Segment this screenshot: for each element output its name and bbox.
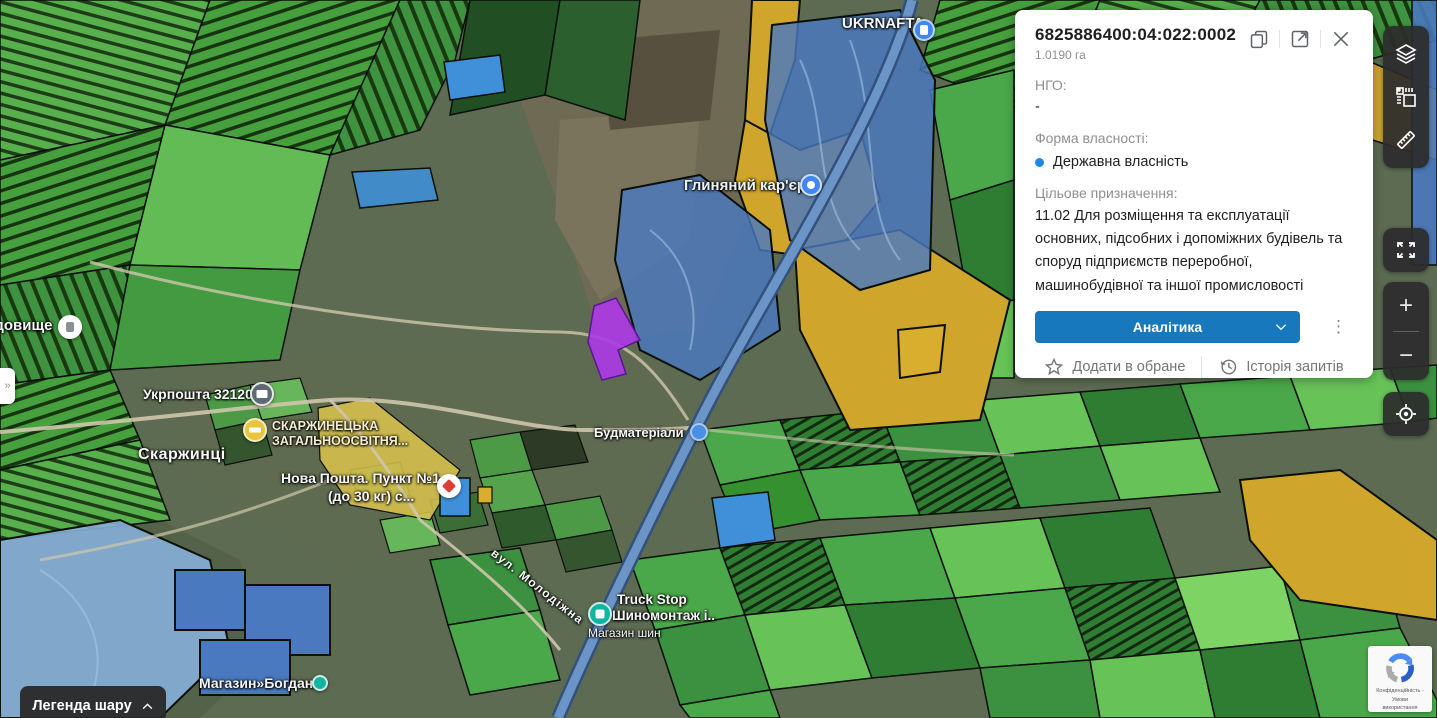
ownership-dot [1035,158,1044,167]
recaptcha-text-line2: використання [1368,704,1432,712]
analytics-button[interactable]: Аналітика [1035,311,1300,343]
close-icon [1331,29,1351,49]
layer-legend-button[interactable]: Легенда шару [20,686,166,718]
graduation-cap-icon [249,428,261,433]
zoom-in-button[interactable]: + [1383,282,1429,331]
star-icon [1044,357,1064,377]
layers-button[interactable] [1386,34,1426,74]
open-in-new-icon [1290,29,1310,49]
cadastral-plan-icon [1394,85,1418,109]
divider [1279,30,1280,48]
map-label-cemetery: адовище [0,317,52,334]
fullscreen-icon [1394,238,1418,262]
chevron-down-icon [1274,320,1288,334]
locate-button[interactable] [1383,392,1429,436]
nova-poshta-marker[interactable] [437,474,461,498]
fullscreen-button[interactable] [1383,228,1429,272]
recaptcha-icon [1382,651,1418,685]
map-label-novaposhta-line1: Нова Пошта. Пункт №1 [281,470,440,486]
measure-button[interactable] [1386,120,1426,160]
zoom-control: + − [1383,282,1429,380]
favorite-label: Додати в обране [1072,359,1185,375]
truck-stop-marker[interactable] [588,602,612,626]
map-label-truckstop-line2: Шиномонтаж і.. [612,608,715,623]
parcel-area: 1.0190 га [1035,48,1236,62]
history-button[interactable]: Історія запитів [1218,357,1343,377]
ruler-icon [1394,128,1418,152]
chevron-up-icon [141,700,154,713]
cemetery-marker[interactable] [58,315,82,339]
map-label-budmaterialy: Будматеріали [594,425,684,440]
purpose-label: Цільове призначення: [1035,185,1353,201]
locate-icon [1394,402,1418,426]
history-clock-icon [1218,357,1238,377]
ngo-label: НГО: [1035,77,1353,93]
ngo-value: - [1035,99,1353,115]
map-label-ukrnafta: UKRNAFTA [842,15,924,32]
sidebar-expander-button[interactable]: » [0,368,15,404]
map-label-ukrposhta: Укрпошта 32120 [143,386,253,402]
post-office-marker[interactable] [250,382,274,406]
close-button[interactable] [1329,27,1353,51]
purpose-value: 11.02 Для розміщення та експлуатації осн… [1035,205,1353,298]
ownership-label: Форма власності: [1035,130,1353,146]
fuel-icon [920,25,928,35]
legend-button-label: Легенда шару [32,698,131,714]
quarry-marker[interactable] [800,174,822,196]
map-label-school-line2: ЗАГАЛЬНООСВІТНЯ... [272,434,408,448]
map-label-town: Скаржинці [138,446,226,464]
zoom-out-button[interactable]: − [1383,332,1429,381]
map-label-tyre-shop: Магазин шин [588,626,661,640]
copy-icon [1249,29,1269,49]
add-to-favorites-button[interactable]: Додати в обране [1044,357,1185,377]
map-tools-panel [1383,26,1429,168]
school-marker[interactable] [243,418,267,442]
poi-dot-icon [807,181,815,189]
cemetery-icon [66,322,74,332]
parcel-cadastral-number: 6825886400:04:022:0002 [1035,25,1236,45]
envelope-icon [257,390,268,398]
legend-tool-button[interactable] [1386,77,1426,117]
open-in-new-button[interactable] [1288,27,1312,51]
map-label-truckstop-line1: Truck Stop [617,592,687,607]
parcel-info-panel: 6825886400:04:022:0002 1.0190 га [1015,10,1373,378]
app-window: UKRNAFTA Глиняний кар'єр Укрпошта 32120 … [0,0,1437,718]
analytics-button-label: Аналітика [1133,319,1202,335]
tyre-icon [596,610,605,619]
map-label-quarry: Глиняний кар'єр [684,177,806,194]
layers-icon [1394,42,1418,66]
more-options-button[interactable]: ⋮ [1324,316,1353,337]
copy-button[interactable] [1247,27,1271,51]
nova-poshta-icon [442,479,456,493]
divider [1201,356,1202,378]
ownership-value: Державна власність [1053,154,1188,170]
recaptcha-badge[interactable]: Конфіденційність - Умови використання [1368,646,1432,712]
gas-station-marker[interactable] [913,19,935,41]
map-label-school-line1: СКАРЖИНЕЦЬКА [272,419,378,433]
history-label: Історія запитів [1246,359,1343,375]
chevron-right-icon: » [4,380,10,392]
budmaterialy-marker[interactable] [690,423,708,441]
recaptcha-text-line1: Конфіденційність - Умови [1368,687,1432,704]
map-label-bohdan-shop: Магазин»Богдан» [199,675,321,691]
bohdan-shop-marker[interactable] [312,675,328,691]
map-label-novaposhta-line2: (до 30 кг) с... [328,488,414,504]
divider [1320,30,1321,48]
